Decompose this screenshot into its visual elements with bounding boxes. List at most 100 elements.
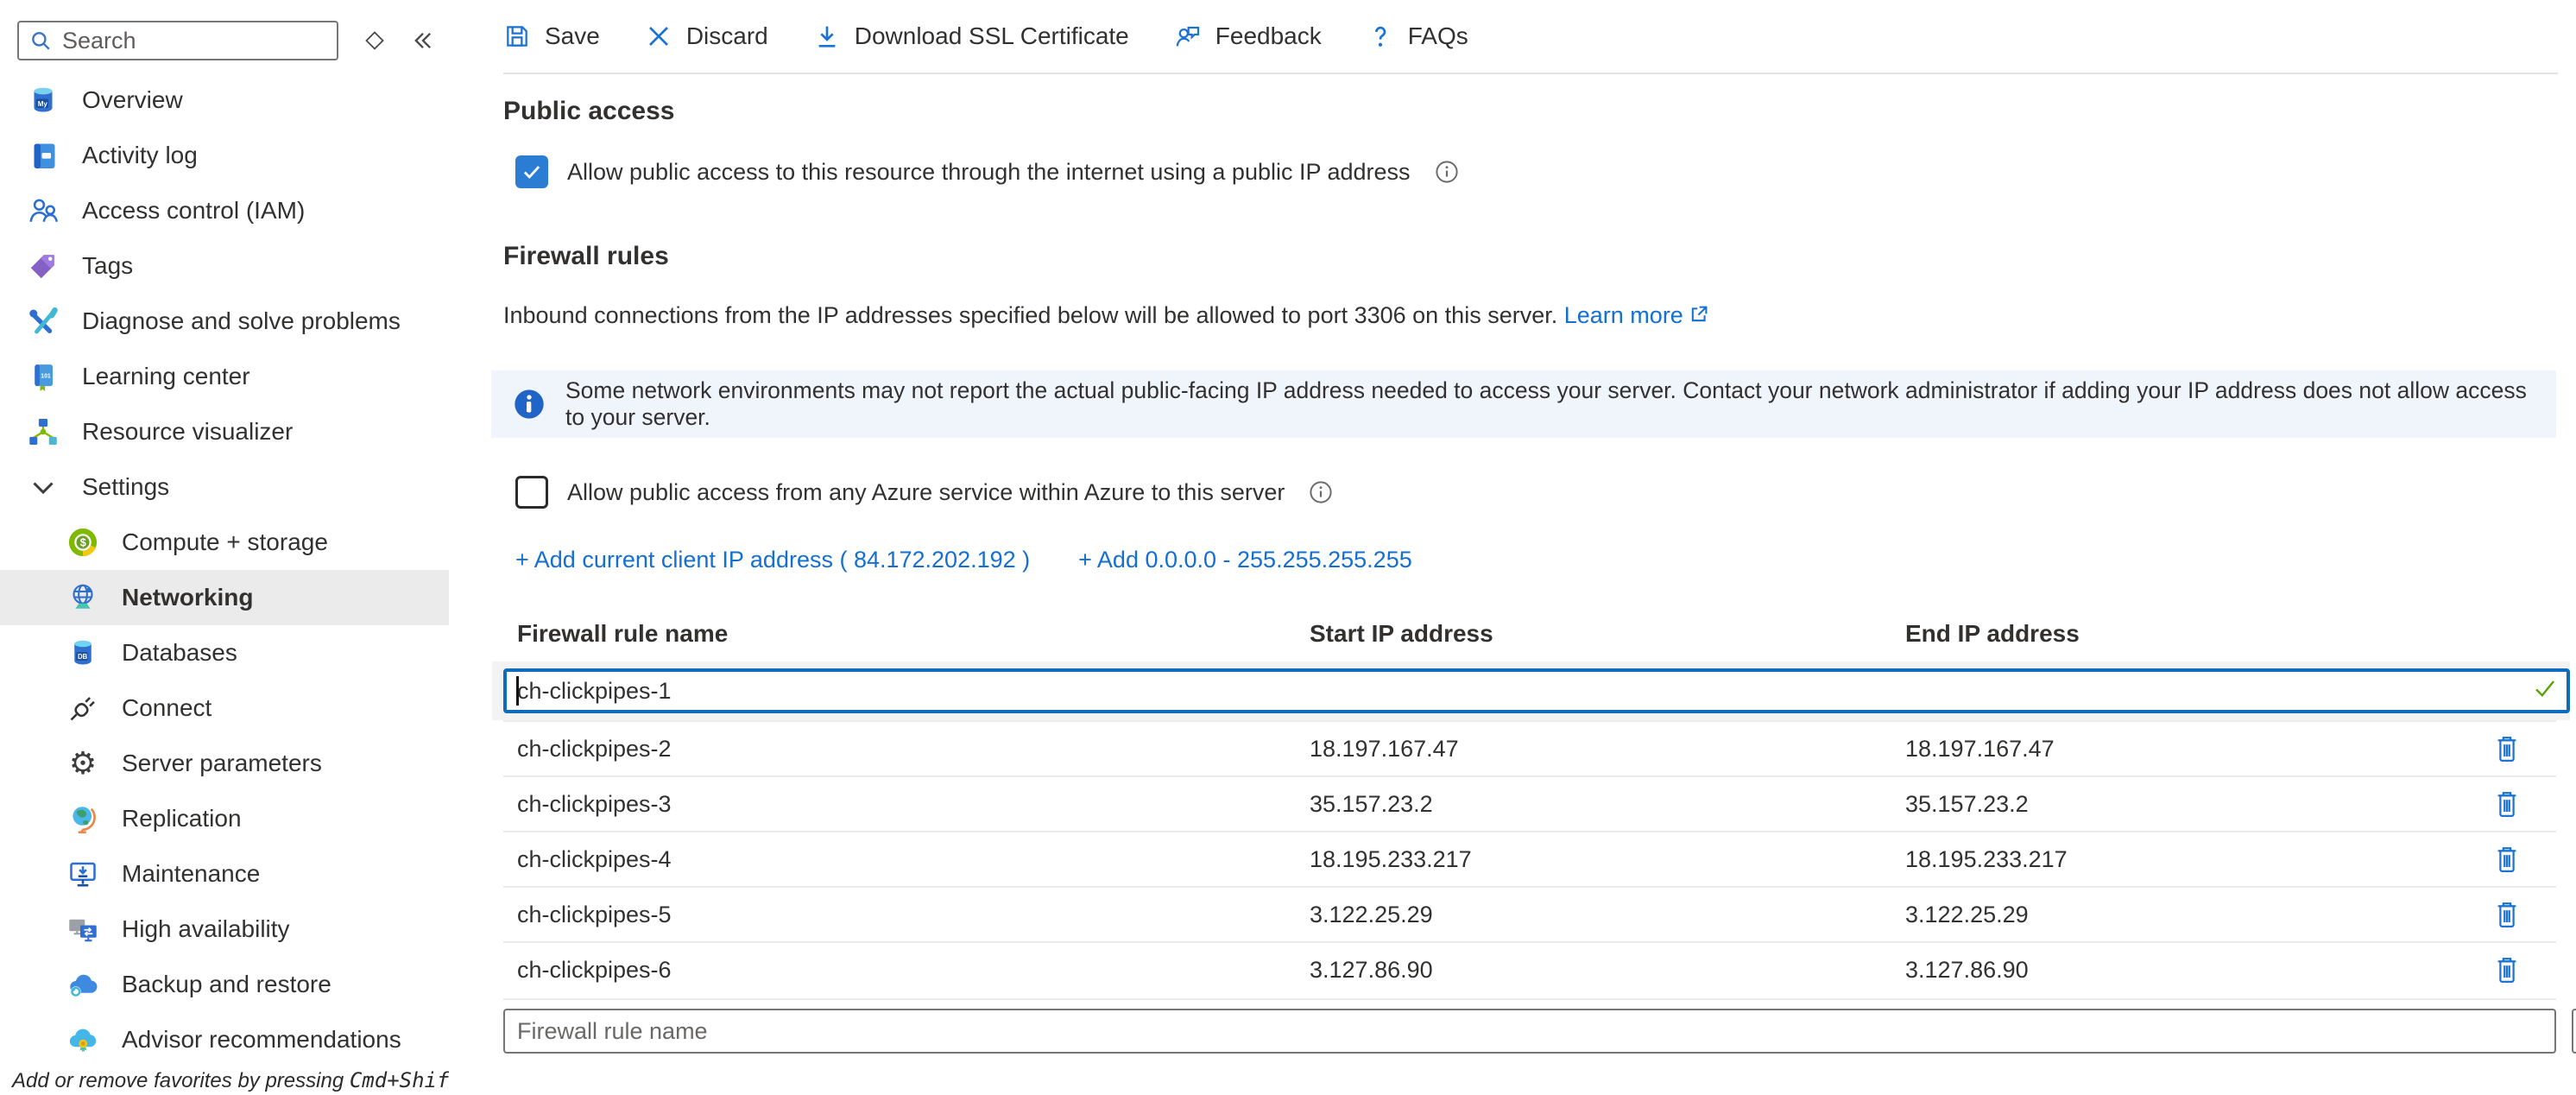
tag-icon: [27, 250, 60, 282]
sidebar-item-resource-visualizer[interactable]: Resource visualizer: [0, 404, 449, 459]
chevron-down-icon: [27, 471, 60, 503]
rule-end-ip: 3.122.25.29: [1891, 902, 2472, 928]
gear-icon: ⚙: [66, 747, 99, 780]
rule-name: ch-clickpipes-4: [503, 846, 1280, 873]
mysql-server-icon: My: [27, 84, 60, 117]
public-access-checkbox[interactable]: [515, 155, 548, 188]
trash-icon: [2492, 788, 2522, 820]
learn-more-link[interactable]: Learn more: [1564, 302, 1709, 328]
discard-x-icon: [645, 22, 672, 50]
download-ssl-button[interactable]: Download SSL Certificate: [813, 22, 1129, 50]
rule-name-input[interactable]: [503, 668, 2570, 713]
sidebar-item-label: Connect: [122, 694, 212, 722]
collapse-menu-icon[interactable]: [411, 28, 435, 53]
firewall-rule-row-editing: [492, 661, 2570, 720]
sidebar-item-label: Backup and restore: [122, 971, 331, 998]
delete-rule-button[interactable]: [2488, 728, 2526, 769]
high-availability-icon: [66, 913, 99, 946]
trash-icon: [2492, 954, 2522, 985]
networking-pane: Save Discard Download SSL Certificate Fe…: [449, 0, 2576, 1095]
sidebar-item-learning-center[interactable]: 101 Learning center: [0, 349, 449, 404]
sidebar-item-replication[interactable]: Replication: [0, 791, 449, 846]
download-icon: [813, 22, 841, 50]
sidebar-item-server-parameters[interactable]: ⚙ Server parameters: [0, 736, 449, 791]
sidebar-nav: My Overview Activity log Access control …: [0, 73, 449, 1067]
svg-text:DB: DB: [78, 653, 88, 661]
azure-services-checkbox[interactable]: [515, 476, 548, 509]
faqs-button[interactable]: FAQs: [1367, 22, 1468, 50]
sidebar-item-compute-storage[interactable]: $ Compute + storage: [0, 515, 449, 570]
column-header-end-ip: End IP address: [1891, 620, 2472, 648]
sidebar-item-access-control[interactable]: Access control (IAM): [0, 183, 449, 238]
svg-text:$: $: [80, 537, 86, 549]
public-access-heading: Public access: [503, 97, 2556, 126]
feedback-button[interactable]: Feedback: [1174, 22, 1322, 50]
delete-rule-button[interactable]: [2488, 949, 2526, 991]
new-rule-row: [503, 998, 2556, 1055]
new-rule-name-input[interactable]: [503, 1009, 2556, 1054]
sidebar-item-label: Diagnose and solve problems: [82, 307, 401, 335]
sidebar-item-maintenance[interactable]: Maintenance: [0, 846, 449, 902]
sidebar-item-overview[interactable]: My Overview: [0, 73, 449, 128]
globe-network-icon: [66, 581, 99, 614]
delete-rule-button[interactable]: [2488, 783, 2526, 825]
rule-end-ip: 35.157.23.2: [1891, 791, 2472, 818]
sidebar-item-label: Activity log: [82, 142, 198, 169]
sidebar-group-label: Settings: [82, 473, 169, 501]
add-client-ip-link[interactable]: + Add current client IP address ( 84.172…: [515, 547, 1030, 573]
sidebar-item-advisor-recommendations[interactable]: Advisor recommendations: [0, 1012, 449, 1067]
people-icon: [27, 194, 60, 227]
rule-name: ch-clickpipes-6: [503, 957, 1280, 984]
firewall-rule-row: ch-clickpipes-4 18.195.233.217 18.195.23…: [503, 831, 2556, 886]
sidebar-search-row: [0, 14, 449, 71]
tools-icon: [27, 305, 60, 338]
sidebar-item-connect[interactable]: Connect: [0, 680, 449, 736]
save-button[interactable]: Save: [503, 22, 600, 50]
add-ip-range-link[interactable]: + Add 0.0.0.0 - 255.255.255.255: [1078, 547, 1412, 573]
resize-menu-icon[interactable]: [364, 30, 385, 51]
sidebar-item-label: Maintenance: [122, 860, 260, 888]
rule-name: ch-clickpipes-3: [503, 791, 1280, 818]
sidebar-item-networking[interactable]: Networking: [0, 570, 449, 625]
new-start-ip-input[interactable]: [2572, 1009, 2576, 1054]
search-icon: [29, 29, 52, 52]
firewall-description: Inbound connections from the IP addresse…: [503, 302, 2556, 331]
backup-cloud-icon: [66, 968, 99, 1001]
sidebar-item-databases[interactable]: DB Databases: [0, 625, 449, 680]
sidebar-item-diagnose[interactable]: Diagnose and solve problems: [0, 294, 449, 349]
save-icon: [503, 22, 531, 50]
rule-end-ip: 18.195.233.217: [1891, 846, 2472, 873]
rule-start-ip: 3.122.25.29: [1296, 902, 1876, 928]
sidebar-item-high-availability[interactable]: High availability: [0, 902, 449, 957]
azure-services-checkbox-row: Allow public access from any Azure servi…: [503, 476, 2556, 509]
firewall-rule-row: ch-clickpipes-5 3.122.25.29 3.122.25.29: [503, 886, 2556, 941]
sidebar-item-label: Advisor recommendations: [122, 1026, 401, 1054]
advisor-icon: [66, 1023, 99, 1056]
svg-text:101: 101: [41, 373, 51, 379]
info-icon[interactable]: [1309, 480, 1333, 504]
favorites-hint: Add or remove favorites by pressing Cmd+…: [12, 1068, 449, 1093]
text-caret: [516, 676, 519, 706]
sidebar-item-label: Learning center: [82, 363, 250, 390]
rule-end-ip: 18.197.167.47: [1891, 736, 2472, 763]
info-icon[interactable]: [1435, 160, 1459, 184]
sidebar-item-tags[interactable]: Tags: [0, 238, 449, 294]
feedback-icon: [1174, 22, 1202, 50]
delete-rule-button[interactable]: [2488, 839, 2526, 880]
search-box[interactable]: [17, 21, 338, 60]
info-banner-icon: [512, 387, 546, 421]
sidebar-item-label: Resource visualizer: [82, 418, 293, 446]
rule-start-ip: 35.157.23.2: [1296, 791, 1876, 818]
database-icon: DB: [66, 636, 99, 669]
search-input[interactable]: [62, 28, 326, 54]
info-banner: Some network environments may not report…: [491, 370, 2556, 438]
sidebar-item-activity-log[interactable]: Activity log: [0, 128, 449, 183]
delete-rule-button[interactable]: [2488, 894, 2526, 935]
firewall-rules-heading: Firewall rules: [503, 242, 2556, 271]
sidebar-item-backup-restore[interactable]: Backup and restore: [0, 957, 449, 1012]
rule-start-ip: 18.197.167.47: [1296, 736, 1876, 763]
sidebar-group-settings[interactable]: Settings: [0, 459, 449, 515]
discard-button[interactable]: Discard: [645, 22, 768, 50]
info-banner-text: Some network environments may not report…: [565, 377, 2535, 431]
activity-log-icon: [27, 139, 60, 172]
